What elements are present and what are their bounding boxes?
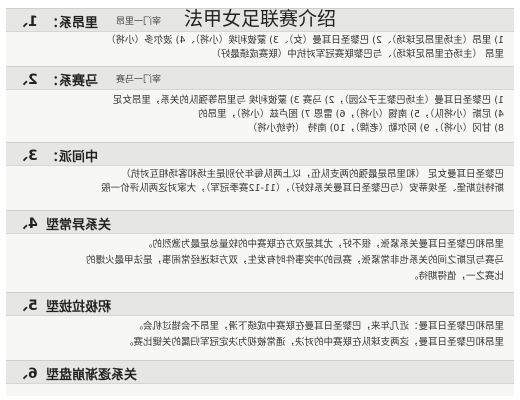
section-number: 2、 bbox=[14, 72, 38, 88]
section-4-line: 比赛之一，值得期待。 bbox=[408, 271, 504, 282]
section-4-header: 4、 关系异常型 bbox=[6, 210, 514, 234]
section-subtitle: 宰门一马赛 bbox=[116, 75, 162, 85]
section-title: 关系异常型 bbox=[46, 218, 112, 233]
mirrored-document: 1、 里昂系： 宰门一里昂 1) 里昂（主场里昂足球场）、2) 巴黎圣日耳曼（女… bbox=[6, 8, 514, 396]
section-3-line: 斯特拉斯堡、圣埃蒂安（与巴黎圣日耳曼关系较好），（11-12赛季冠军），大家对这… bbox=[101, 183, 504, 194]
section-number: 4、 bbox=[14, 216, 38, 232]
section-6-header: 6、 关系逐渐崩盘型 bbox=[6, 360, 514, 384]
section-3-line: 巴黎圣日耳曼女足 （和里昂是最强的两支队伍，以上两队每年分别是主场和客场相互对抗… bbox=[120, 169, 504, 180]
document-image: 1、 里昂系： 宰门一里昂 1) 里昂（主场里昂足球场）、2) 巴黎圣日耳曼（女… bbox=[6, 8, 514, 396]
section-5-line: 里昂和巴黎圣日耳曼，这两支球队在联赛中的对决，通常被视为决定冠军归属的关键比赛。 bbox=[123, 337, 504, 348]
section-5-line: 里昂和巴黎圣日耳曼：近几年来，巴黎圣日耳曼在联赛中成绩下滑，里昂不会错过机会。 bbox=[133, 321, 504, 332]
section-2-line: 8) 甘冈（小将），9) 阿尔勒（老牌），10) 南特 （传统小将） bbox=[247, 123, 504, 134]
section-4-line: 马赛与尼斯之间的关系也非常紧张，赛后的冲突事件时有发生，双方球迷经常闹事，是法甲… bbox=[85, 255, 504, 266]
section-number: 3、 bbox=[14, 148, 38, 164]
section-1-line: 里昂 （主场在里昂足球场）、与巴黎联赛冠军对抗中（联赛成绩最好） bbox=[211, 49, 504, 60]
section-title: 马赛系： bbox=[46, 74, 99, 89]
section-title: 积极拉拢型 bbox=[46, 300, 112, 315]
page-title: 法甲女足联赛介绍 bbox=[183, 8, 336, 30]
section-title: 关系逐渐崩盘型 bbox=[46, 368, 138, 383]
section-3-header: 3、 中间派： bbox=[6, 142, 514, 166]
section-number: 6、 bbox=[14, 366, 38, 382]
section-2-line: 1) 巴黎圣日耳曼（主场巴黎王子公园），2) 马赛 3) 蒙彼利埃 与里昂等强队… bbox=[112, 95, 504, 106]
section-2-line: 4) 尼斯（小将队），5) 南锡（小将），6) 雷恩 7) 图卢兹（小将），里昂… bbox=[198, 109, 504, 120]
section-title: 中间派： bbox=[46, 150, 99, 165]
section-5-header: 5、 积极拉拢型 bbox=[6, 292, 514, 316]
section-2-header: 2、 马赛系： 宰门一马赛 bbox=[6, 66, 514, 90]
section-4-line: 里昂和巴黎圣日耳曼关系紧张，很不好，尤其是双方在联赛中的较量总是最为激烈的。 bbox=[142, 239, 504, 250]
section-number: 5、 bbox=[14, 298, 38, 314]
